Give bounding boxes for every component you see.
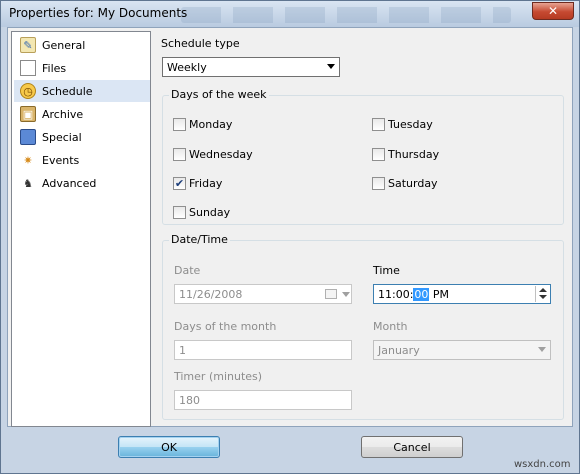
thursday-label: Thursday xyxy=(388,148,440,161)
monday-checkbox[interactable]: Monday xyxy=(173,118,232,131)
friday-label: Friday xyxy=(189,177,223,190)
nav-item-label: Events xyxy=(42,153,80,167)
schedule-type-dropdown[interactable]: Weekly xyxy=(162,57,340,77)
friday-checkbox[interactable]: ✔ Friday xyxy=(173,177,222,190)
date-dropdown[interactable] xyxy=(340,289,350,299)
nav-item-schedule[interactable]: ◷ Schedule xyxy=(14,80,150,102)
dialog-body: ✎ General Files ◷ Schedule ▣ Archive Spe… xyxy=(7,27,573,427)
nav-item-label: Schedule xyxy=(42,84,93,98)
month-label: Month xyxy=(373,320,408,333)
nav-item-advanced[interactable]: ♞ Advanced xyxy=(14,172,150,194)
monday-label: Monday xyxy=(189,118,233,131)
nav-item-archive[interactable]: ▣ Archive xyxy=(14,103,150,125)
cancel-button[interactable]: Cancel xyxy=(361,436,463,458)
saturday-label: Saturday xyxy=(388,177,438,190)
schedule-icon: ◷ xyxy=(20,83,36,99)
days-of-week-title: Days of the week xyxy=(169,88,269,101)
window-title: Properties for: My Documents xyxy=(9,6,188,20)
title-bar-background xyxy=(181,7,511,23)
time-ampm: PM xyxy=(429,287,450,301)
saturday-checkbox[interactable]: Saturday xyxy=(372,177,438,190)
nav-item-events[interactable]: ✷ Events xyxy=(14,149,150,171)
watermark-text: wsxdn.com xyxy=(514,459,571,470)
month-value: January xyxy=(378,343,420,357)
nav-item-general[interactable]: ✎ General xyxy=(14,34,150,56)
days-of-month-value: 1 xyxy=(179,343,186,357)
nav-item-files[interactable]: Files xyxy=(14,57,150,79)
date-value: 11/26/2008 xyxy=(179,287,243,301)
schedule-type-label: Schedule type xyxy=(161,37,240,50)
close-button[interactable]: ✕ xyxy=(532,2,574,20)
nav-item-label: Archive xyxy=(42,107,84,121)
nav-item-label: General xyxy=(42,38,86,52)
date-time-group: Date/Time Date 11/26/2008 Time 11:00: 00 … xyxy=(162,233,564,420)
archive-icon: ▣ xyxy=(20,106,36,122)
tuesday-label: Tuesday xyxy=(388,118,433,131)
general-icon: ✎ xyxy=(20,37,36,53)
sunday-label: Sunday xyxy=(189,206,231,219)
checkbox-box[interactable] xyxy=(173,206,186,219)
thursday-checkbox[interactable]: Thursday xyxy=(372,148,439,161)
timer-input[interactable]: 180 xyxy=(174,390,352,410)
checkbox-box[interactable] xyxy=(372,177,385,190)
events-icon: ✷ xyxy=(23,153,33,167)
sunday-checkbox[interactable]: Sunday xyxy=(173,206,230,219)
timer-value: 180 xyxy=(179,393,200,407)
calendar-icon xyxy=(325,289,337,299)
time-input[interactable]: 11:00: 00 PM xyxy=(373,284,551,304)
tuesday-checkbox[interactable]: Tuesday xyxy=(372,118,433,131)
time-seconds-selected: 00 xyxy=(413,287,430,301)
advanced-icon: ♞ xyxy=(23,176,33,190)
properties-window: Properties for: My Documents ✕ ✎ General… xyxy=(0,0,580,474)
category-list: ✎ General Files ◷ Schedule ▣ Archive Spe… xyxy=(11,31,151,427)
special-icon xyxy=(20,129,36,145)
date-picker[interactable]: 11/26/2008 xyxy=(174,284,352,304)
days-of-month-input[interactable]: 1 xyxy=(174,340,352,360)
month-dropdown[interactable]: January xyxy=(373,340,551,360)
nav-item-special[interactable]: Special xyxy=(14,126,150,148)
title-bar[interactable]: Properties for: My Documents ✕ xyxy=(1,1,579,27)
chevron-down-icon xyxy=(538,347,546,352)
ok-button[interactable]: OK xyxy=(118,436,220,458)
wednesday-label: Wednesday xyxy=(189,148,253,161)
days-of-week-group: Days of the week Monday Tuesday Wednesda… xyxy=(162,88,564,225)
days-of-month-label: Days of the month xyxy=(174,320,277,333)
checkbox-box[interactable] xyxy=(372,148,385,161)
schedule-panel: Schedule type Weekly Days of the week Mo… xyxy=(158,28,572,426)
chevron-down-icon xyxy=(327,64,335,69)
checkbox-box[interactable] xyxy=(372,118,385,131)
files-icon xyxy=(20,60,36,76)
schedule-type-value: Weekly xyxy=(167,60,207,74)
date-time-title: Date/Time xyxy=(169,233,230,246)
time-spinner[interactable] xyxy=(535,286,549,302)
close-icon: ✕ xyxy=(547,4,559,18)
date-label: Date xyxy=(174,264,201,277)
time-label: Time xyxy=(373,264,400,277)
checkbox-box[interactable] xyxy=(173,118,186,131)
chevron-down-icon xyxy=(342,292,350,297)
nav-item-label: Files xyxy=(42,61,67,75)
timer-label: Timer (minutes) xyxy=(174,370,263,383)
nav-item-label: Special xyxy=(42,130,82,144)
checkmark-icon[interactable]: ✔ xyxy=(173,177,186,190)
spin-down-icon[interactable] xyxy=(539,295,547,299)
spin-up-icon[interactable] xyxy=(539,288,547,292)
time-hours-minutes: 11:00: xyxy=(378,287,414,301)
checkbox-box[interactable] xyxy=(173,148,186,161)
wednesday-checkbox[interactable]: Wednesday xyxy=(173,148,253,161)
nav-item-label: Advanced xyxy=(42,176,97,190)
